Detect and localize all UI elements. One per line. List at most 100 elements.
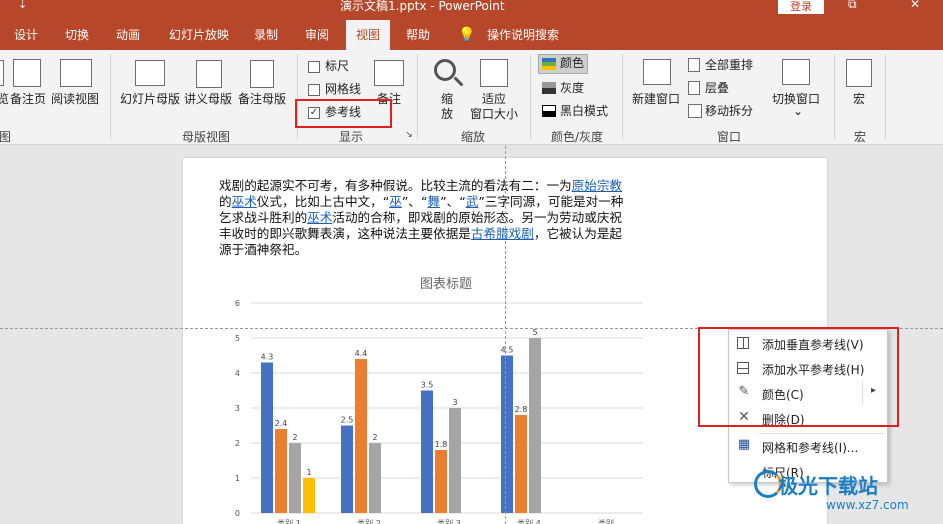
group-separator	[834, 54, 835, 140]
ribbon: 览 备注页 阅读视图 图 幻灯片母版 讲义母版 备注母版 母版视图 标尺 网格线…	[0, 50, 943, 145]
text-run: 仪式，比如上古中文，“	[256, 194, 390, 209]
switch-window-caret-icon[interactable]: ⌄	[793, 104, 803, 119]
tab-help[interactable]: 帮助	[400, 20, 436, 50]
watermark-url: www.xz7.com	[826, 498, 909, 512]
bar	[421, 390, 433, 513]
macro-icon	[846, 59, 872, 87]
data-label: 2.5	[341, 416, 354, 425]
x-tick-label: 类别	[598, 518, 614, 524]
grayscale-button[interactable]: 灰度	[560, 81, 584, 96]
fit-window-button[interactable]: 适应 窗口大小	[470, 92, 518, 122]
bar-chart[interactable]: 图表标题 0 1 2 3 4 5 6 4.3 2.4 2 1 类别 1 2.5 4.4 2 类别 2 3.5 1.8…	[183, 268, 643, 524]
tab-transitions[interactable]: 切换	[57, 20, 97, 50]
group-label-window: 窗口	[716, 130, 741, 144]
hyperlink[interactable]: 巫术	[232, 194, 257, 209]
bar	[261, 362, 273, 513]
y-tick-label: 1	[235, 474, 240, 483]
hyperlink[interactable]: 古希腊戏剧	[471, 226, 534, 241]
move-split-icon	[688, 104, 702, 118]
tab-slideshow[interactable]: 幻灯片放映	[160, 20, 238, 50]
text-run: 戏剧的起源实不可考，有多种假说。比较主流的看法有二：一为	[219, 178, 572, 193]
group-label-macro: 宏	[853, 130, 866, 144]
vertical-guide[interactable]	[505, 146, 506, 524]
tab-view[interactable]: 视图	[346, 20, 390, 50]
data-label: 3	[452, 398, 457, 407]
login-button[interactable]: 登录	[778, 0, 824, 14]
show-dialog-launcher-icon[interactable]: ↘	[404, 130, 414, 140]
color-mode-button[interactable]: 颜色	[560, 56, 584, 71]
chart-title: 图表标题	[420, 277, 472, 292]
window-title: 演示文稿1.pptx - PowerPoint	[340, 0, 505, 13]
text-run: ”、“	[440, 194, 466, 209]
data-label: 5	[532, 328, 537, 337]
grayscale-icon	[542, 82, 556, 94]
cascade-button[interactable]: 层叠	[705, 81, 729, 96]
tab-review[interactable]: 审阅	[297, 20, 337, 50]
notes-master-button[interactable]: 备注母版	[238, 92, 286, 107]
group-label-show: 显示	[338, 130, 363, 144]
arrange-all-button[interactable]: 全部重排	[705, 58, 753, 73]
handout-master-button[interactable]: 讲义母版	[184, 92, 232, 107]
y-tick-label: 5	[235, 334, 240, 343]
notes-page-button[interactable]: 备注页	[10, 92, 46, 107]
data-label: 4.5	[501, 346, 514, 355]
guides-highlight-box	[295, 99, 392, 128]
hyperlink[interactable]: 武	[466, 194, 479, 209]
hyperlink[interactable]: 原始宗教	[572, 178, 622, 193]
ruler-checkbox[interactable]	[308, 61, 320, 73]
slide-master-button[interactable]: 幻灯片母版	[120, 92, 180, 107]
lightbulb-icon: 💡	[458, 27, 476, 43]
zoom-handle-shape	[453, 76, 464, 87]
color-swatch-icon	[542, 58, 556, 70]
quick-access-toolbar-icon[interactable]: ⇣	[18, 0, 27, 11]
notes-page-icon	[13, 59, 41, 87]
slide-paragraph[interactable]: 戏剧的起源实不可考，有多种假说。比较主流的看法有二：一为原始宗教的巫术仪式，比如…	[219, 178, 625, 258]
handout-master-icon	[196, 60, 222, 88]
view-partial-label[interactable]: 览	[0, 92, 9, 107]
arrange-all-icon	[688, 58, 700, 72]
ribbon-tabs: 设计 切换 动画 幻灯片放映 录制 审阅 视图 帮助 💡 操作说明搜索	[0, 20, 943, 50]
close-icon[interactable]: ✕	[910, 0, 920, 11]
title-bar: ⇣ 演示文稿1.pptx - PowerPoint 登录 ⧉ ✕	[0, 0, 943, 20]
menu-highlight-box	[698, 327, 899, 427]
normal-view-icon	[0, 60, 4, 86]
data-label: 3.5	[421, 381, 434, 390]
menu-item-grid-guides[interactable]: ▦ 网格和参考线(I)...	[729, 434, 887, 458]
group-separator	[417, 54, 418, 140]
new-window-button[interactable]: 新建窗口	[632, 92, 680, 107]
bar	[289, 443, 301, 513]
reading-view-button[interactable]: 阅读视图	[51, 92, 99, 107]
tab-animations[interactable]: 动画	[108, 20, 148, 50]
x-tick-label: 类别 3	[437, 518, 461, 524]
y-tick-label: 6	[235, 299, 240, 308]
hyperlink[interactable]: 巫术	[307, 210, 332, 225]
black-white-button[interactable]: 黑白模式	[560, 104, 608, 119]
hyperlink[interactable]: 舞	[428, 194, 441, 209]
cascade-icon	[688, 81, 700, 95]
tell-me-search[interactable]: 操作说明搜索	[484, 20, 562, 50]
notes-master-icon	[250, 60, 274, 88]
fit-window-icon	[480, 59, 508, 87]
tab-record[interactable]: 录制	[248, 20, 284, 50]
macro-button[interactable]: 宏	[853, 92, 865, 107]
gridlines-checkbox[interactable]	[308, 84, 320, 96]
restore-icon[interactable]: ⧉	[848, 0, 857, 12]
x-tick-label: 类别 1	[277, 518, 301, 524]
group-separator	[622, 54, 623, 140]
move-split-button[interactable]: 移动拆分	[705, 104, 753, 119]
watermark-text: 极光下载站	[778, 474, 878, 498]
group-separator	[110, 54, 111, 140]
group-separator	[530, 54, 531, 140]
y-tick-label: 3	[235, 404, 240, 413]
bar	[501, 355, 513, 513]
slide-master-icon	[135, 60, 165, 86]
bar	[355, 359, 367, 513]
hyperlink[interactable]: 巫	[389, 194, 402, 209]
bar	[435, 450, 447, 513]
data-label: 4.4	[355, 349, 368, 358]
zoom-button[interactable]: 缩 放	[441, 92, 453, 122]
tab-design[interactable]: 设计	[6, 20, 46, 50]
group-separator	[885, 54, 886, 140]
bar	[275, 429, 287, 513]
data-label: 1	[306, 468, 311, 477]
